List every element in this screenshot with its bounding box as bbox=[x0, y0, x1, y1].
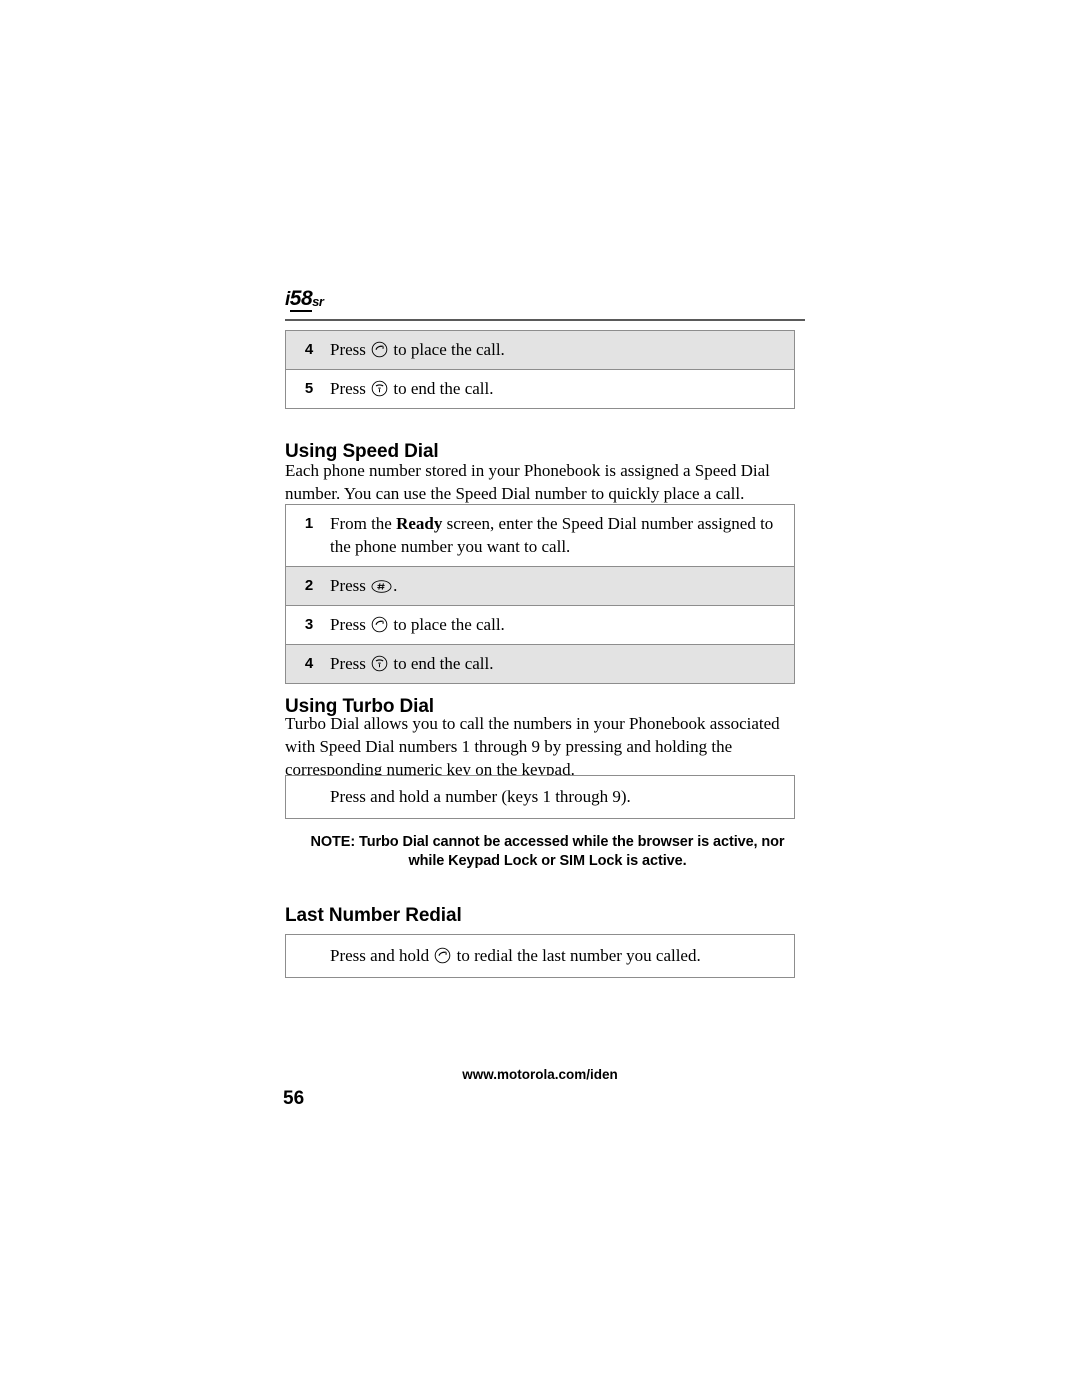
table-row: 1 From the Ready screen, enter the Speed… bbox=[286, 505, 794, 567]
steps-table-continued: 4 Press to place the call. 5 Press to en… bbox=[285, 330, 795, 409]
step-number: 5 bbox=[304, 380, 314, 397]
product-logo-suffix: sr bbox=[312, 294, 324, 309]
step-text-after: to end the call. bbox=[389, 379, 494, 398]
end-key-icon bbox=[371, 655, 388, 672]
step-text-before: Press bbox=[330, 654, 371, 673]
send-key-icon bbox=[434, 947, 451, 964]
step-text-before: Press bbox=[330, 340, 371, 359]
paragraph-speed-dial: Each phone number stored in your Phonebo… bbox=[285, 461, 770, 503]
step-text-before: Press bbox=[330, 615, 371, 634]
step-number: 2 bbox=[304, 577, 314, 594]
step-number: 4 bbox=[304, 341, 314, 358]
footer-url[interactable]: www.motorola.com/iden bbox=[285, 1066, 795, 1083]
step-number: 1 bbox=[304, 515, 314, 532]
instruction-text-before: Press and hold bbox=[330, 946, 434, 965]
product-logo: i58sr bbox=[285, 287, 324, 312]
header-divider bbox=[285, 319, 805, 321]
instruction-box-last-number-redial: Press and hold to redial the last number… bbox=[285, 934, 795, 978]
table-row: 4 Press to place the call. bbox=[286, 331, 794, 370]
table-row: 5 Press to end the call. bbox=[286, 370, 794, 408]
table-row: 3 Press to place the call. bbox=[286, 606, 794, 645]
note-line-1: NOTE: Turbo Dial cannot be accessed whil… bbox=[310, 834, 785, 850]
step-text: Press to place the call. bbox=[330, 338, 784, 361]
step-text-before: Press bbox=[330, 379, 371, 398]
send-key-icon bbox=[371, 616, 388, 633]
step-text: From the Ready screen, enter the Speed D… bbox=[330, 512, 784, 558]
product-logo-i: i bbox=[285, 289, 290, 310]
step-text-before: Press bbox=[330, 576, 371, 595]
manual-page: i58sr 4 Press to place the call. 5 Press bbox=[0, 0, 1080, 1397]
end-key-icon bbox=[371, 380, 388, 397]
step-text-after: to place the call. bbox=[389, 340, 505, 359]
step-number: 3 bbox=[304, 616, 314, 633]
step-text-before: From the bbox=[330, 514, 397, 533]
instruction-box-turbo-dial: Press and hold a number (keys 1 through … bbox=[285, 775, 795, 819]
step-number: 4 bbox=[304, 655, 314, 672]
page-number: 56 bbox=[283, 1088, 305, 1109]
step-text: Press to place the call. bbox=[330, 613, 784, 636]
note-line-2: while Keypad Lock or SIM Lock is active. bbox=[408, 853, 687, 869]
page-heading-last-number-redial: Last Number Redial bbox=[285, 904, 462, 926]
pound-key-icon bbox=[371, 579, 392, 594]
send-key-icon bbox=[371, 341, 388, 358]
step-text-emphasis: Ready bbox=[396, 514, 443, 533]
running-header: i58sr bbox=[285, 287, 805, 312]
product-logo-number: 58 bbox=[289, 287, 313, 312]
step-text-after: . bbox=[393, 576, 398, 595]
instruction-text: Press and hold to redial the last number… bbox=[286, 944, 784, 967]
step-text-after: to end the call. bbox=[389, 654, 494, 673]
steps-table-speed-dial: 1 From the Ready screen, enter the Speed… bbox=[285, 504, 795, 684]
note-turbo-dial: NOTE: Turbo Dial cannot be accessed whil… bbox=[300, 833, 795, 871]
step-text: Press to end the call. bbox=[330, 652, 784, 675]
step-text: Press . bbox=[330, 574, 784, 597]
paragraph-turbo-dial: Turbo Dial allows you to call the number… bbox=[285, 714, 780, 779]
step-text-after: to place the call. bbox=[389, 615, 505, 634]
instruction-text-after: to redial the last number you called. bbox=[452, 946, 701, 965]
instruction-text: Press and hold a number (keys 1 through … bbox=[330, 787, 631, 806]
table-row: 2 Press . bbox=[286, 567, 794, 606]
table-row: 4 Press to end the call. bbox=[286, 645, 794, 683]
step-text: Press to end the call. bbox=[330, 377, 784, 400]
